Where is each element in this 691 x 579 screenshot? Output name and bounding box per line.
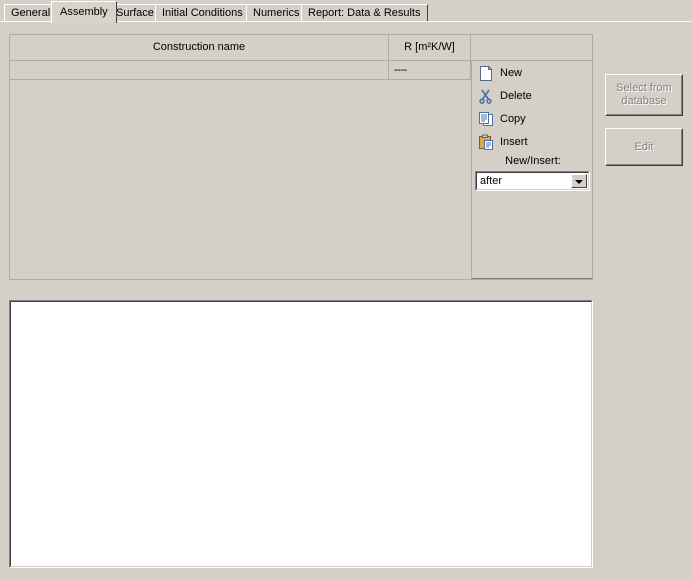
- tab-numerics[interactable]: Numerics: [246, 4, 307, 21]
- action-label: Insert: [500, 136, 528, 148]
- copy-pages-icon: [477, 111, 495, 128]
- tab-label: General: [11, 7, 51, 19]
- cell-r-value[interactable]: ----: [389, 61, 471, 79]
- action-delete[interactable]: Delete: [477, 86, 589, 106]
- button-label: Edit: [634, 140, 654, 153]
- action-label: Delete: [500, 90, 532, 102]
- action-label: New: [500, 67, 523, 79]
- action-label: Copy: [500, 113, 526, 125]
- detail-panel-canvas[interactable]: [10, 301, 592, 567]
- scissors-icon: [477, 88, 495, 105]
- new-insert-combobox[interactable]: after: [475, 171, 590, 191]
- tab-label: Report: Data & Results: [308, 7, 421, 19]
- new-page-icon: [477, 64, 495, 82]
- tab-label: Initial Conditions: [162, 7, 243, 19]
- tab-label: Surface: [116, 7, 154, 19]
- tab-initial-conditions[interactable]: Initial Conditions: [155, 4, 250, 21]
- tab-label: Numerics: [253, 7, 300, 19]
- detail-panel[interactable]: [9, 300, 593, 568]
- action-insert[interactable]: Insert: [477, 132, 589, 152]
- column-header-r-value[interactable]: R [m²K/W]: [389, 35, 471, 60]
- new-insert-combobox-frame: after: [476, 172, 589, 190]
- cell-construction-name[interactable]: [10, 61, 389, 79]
- tab-label: Assembly: [60, 6, 108, 18]
- new-insert-value: after: [480, 175, 503, 187]
- tab-report-data-results[interactable]: Report: Data & Results: [301, 4, 428, 21]
- column-header-construction-name[interactable]: Construction name: [10, 35, 389, 60]
- new-insert-label: New/Insert:: [505, 155, 561, 167]
- tab-strip: General Assembly Surface Initial Conditi…: [0, 0, 691, 24]
- tab-surface[interactable]: Surface: [109, 4, 161, 21]
- action-panel: New Delete Copy Insert New/Insert: after: [471, 61, 592, 279]
- action-copy[interactable]: Copy: [477, 109, 589, 129]
- action-new[interactable]: New: [477, 63, 589, 83]
- select-from-database-button[interactable]: Select from database: [605, 74, 683, 116]
- edit-button[interactable]: Edit: [605, 128, 683, 166]
- column-header-actions: [471, 35, 592, 60]
- tab-assembly[interactable]: Assembly: [51, 1, 117, 23]
- paste-clipboard-icon: [477, 134, 495, 151]
- button-label: Select from database: [616, 82, 672, 107]
- tab-general[interactable]: General: [4, 4, 58, 21]
- assembly-table: Construction name R [m²K/W] ---- New Del…: [9, 34, 593, 280]
- table-header-row: Construction name R [m²K/W]: [10, 35, 592, 61]
- chevron-down-icon[interactable]: [571, 174, 587, 188]
